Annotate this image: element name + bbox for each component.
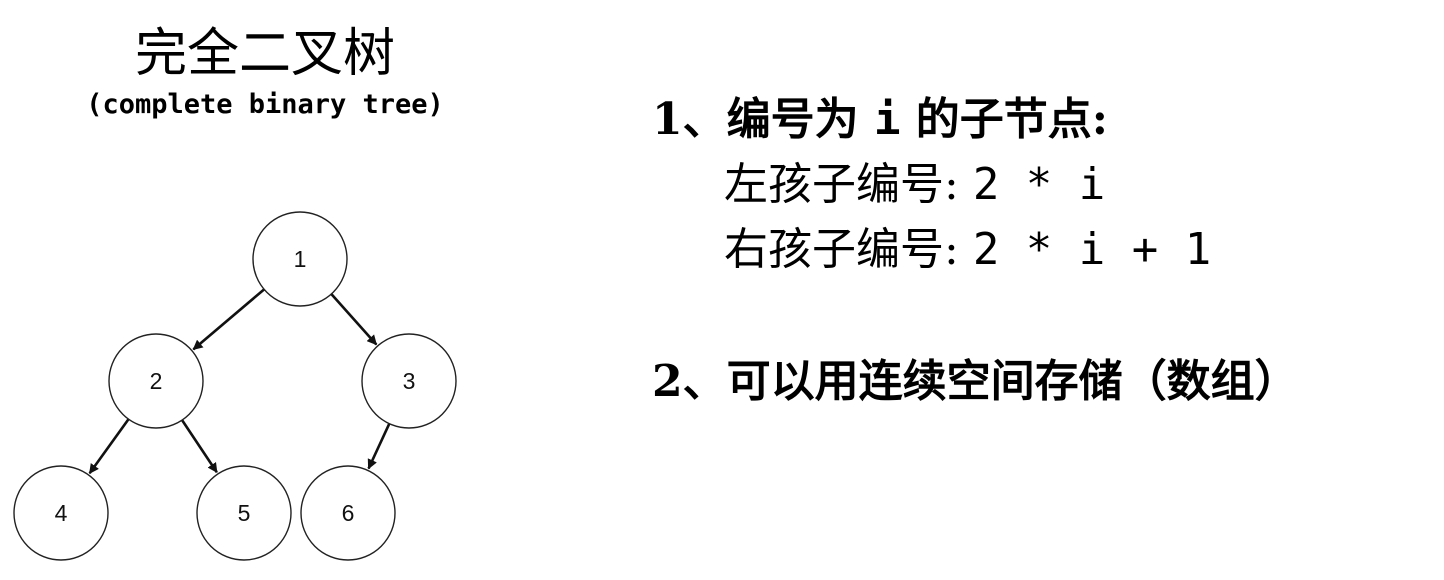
diagram-title: 完全二叉树 (134, 24, 395, 84)
tree-node-label: 3 (403, 368, 416, 394)
right-child-rule: 右孩子编号: 2 * i + 1 (724, 222, 1211, 278)
left-child-rule: 左孩子编号: 2 * i (724, 157, 1105, 213)
tree-node-label: 5 (238, 500, 251, 526)
point-1-head-text: 1、编号为 (652, 94, 859, 145)
point-1-tail-text: 的子节点: (915, 94, 1109, 145)
tree-node-6: 6 (300, 465, 396, 561)
tree-edge-1-2 (192, 288, 265, 351)
tree-node-label: 4 (55, 500, 68, 526)
tree-node-label: 2 (150, 368, 163, 394)
tree-node-label: 6 (342, 500, 355, 526)
tree-node-4: 4 (13, 465, 109, 561)
tree-node-3: 3 (361, 333, 457, 429)
tree-edge-3-6 (367, 423, 391, 470)
tree-node-2: 2 (108, 333, 204, 429)
binary-tree-diagram: 1 2 3 4 5 6 (13, 211, 457, 561)
point-1-variable: i (873, 94, 901, 145)
right-child-label: 右孩子编号: (724, 224, 959, 275)
tree-edge-1-3 (330, 293, 378, 346)
tree-node-1: 1 (252, 211, 348, 307)
tree-edge-2-5 (180, 419, 218, 474)
tree-node-label: 1 (294, 246, 307, 272)
tree-node-5: 5 (196, 465, 292, 561)
left-child-label: 左孩子编号: (724, 159, 959, 210)
point-1-heading: 1、编号为 i 的子节点: (652, 92, 1108, 148)
diagram-subtitle: (complete binary tree) (86, 89, 444, 120)
tree-edge-2-4 (88, 418, 130, 475)
right-child-formula: 2 * i + 1 (972, 224, 1212, 275)
left-child-formula: 2 * i (972, 159, 1106, 210)
point-2-heading: 2、可以用连续空间存储（数组） (652, 356, 1299, 407)
